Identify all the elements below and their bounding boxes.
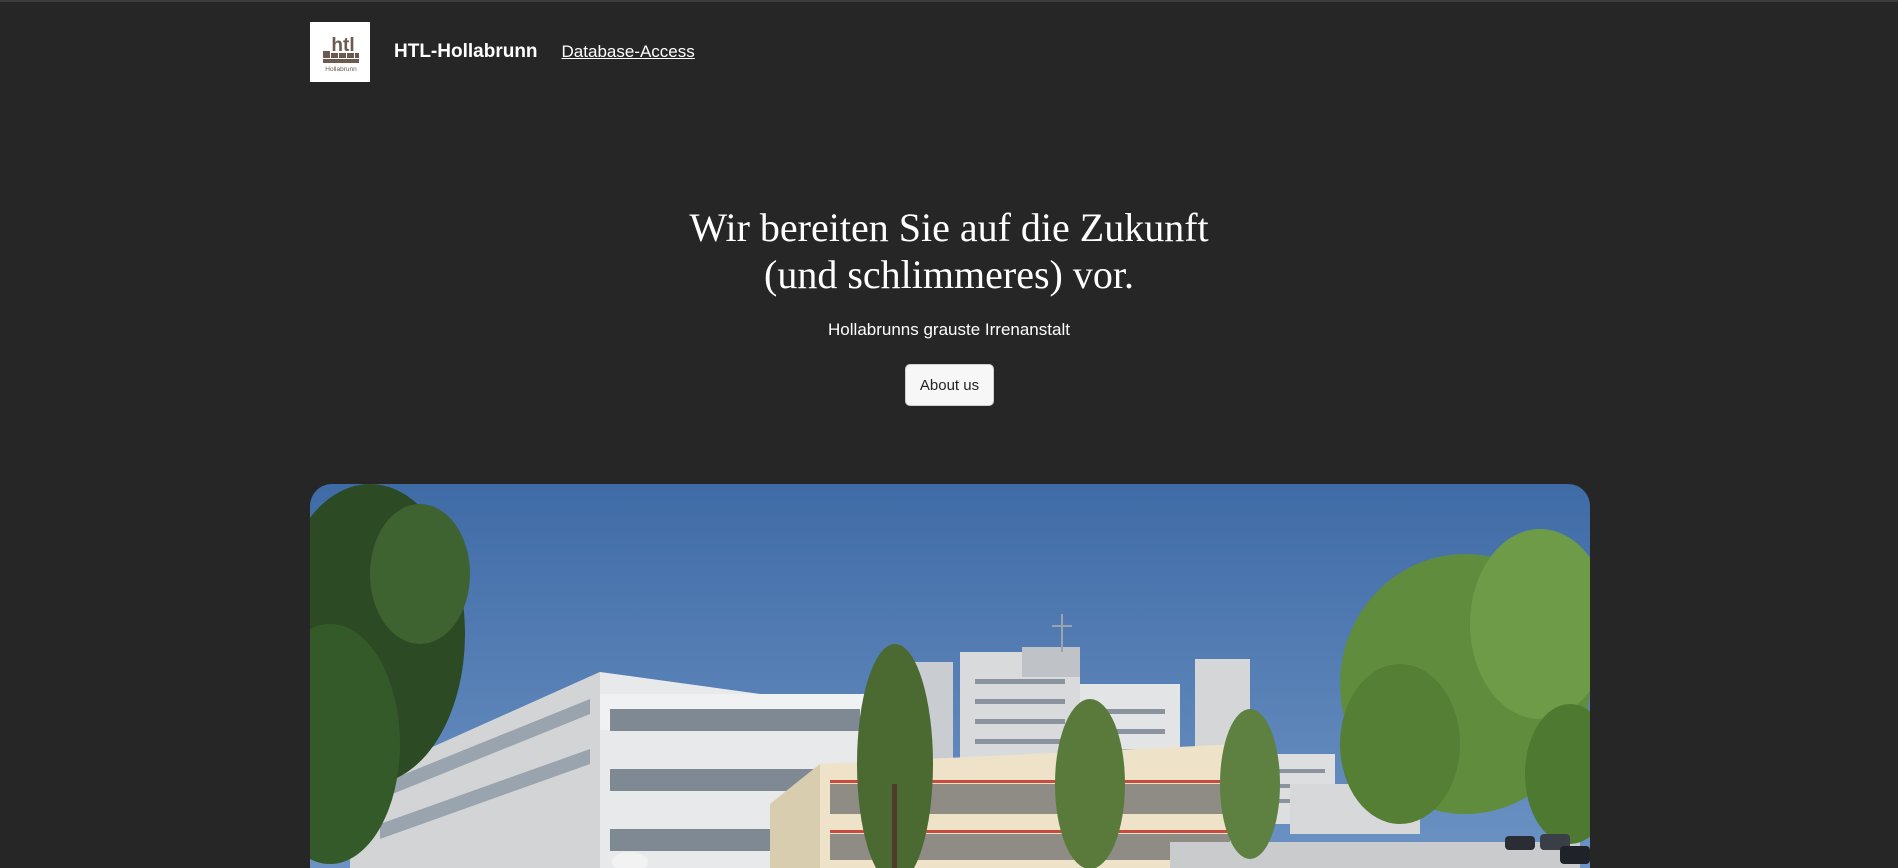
logo-text-hollabrunn: Hollabrunn — [325, 66, 357, 73]
about-us-button[interactable]: About us — [905, 364, 994, 406]
hero-title-line-1: Wir bereiten Sie auf die Zukunft — [689, 205, 1209, 250]
htl-logo-graphic: htl Hollabrunn — [323, 35, 359, 73]
htl-logo[interactable]: htl Hollabrunn — [310, 22, 370, 82]
brand-name[interactable]: HTL-Hollabrunn — [394, 41, 538, 63]
school-building-photo — [310, 484, 1590, 868]
navbar: htl Hollabrunn HTL-Hollabrunn Database-A… — [310, 22, 695, 82]
database-access-link[interactable]: Database-Access — [562, 42, 695, 62]
hero-subtitle: Hollabrunns grauste Irrenanstalt — [828, 320, 1070, 339]
top-border — [0, 0, 1898, 2]
hero-title-line-2: (und schlimmeres) vor. — [764, 252, 1134, 297]
school-building-illustration — [310, 484, 1590, 868]
hero-title: Wir bereiten Sie auf die Zukunft (und sc… — [0, 204, 1898, 298]
logo-text-htl: htl — [331, 35, 354, 56]
